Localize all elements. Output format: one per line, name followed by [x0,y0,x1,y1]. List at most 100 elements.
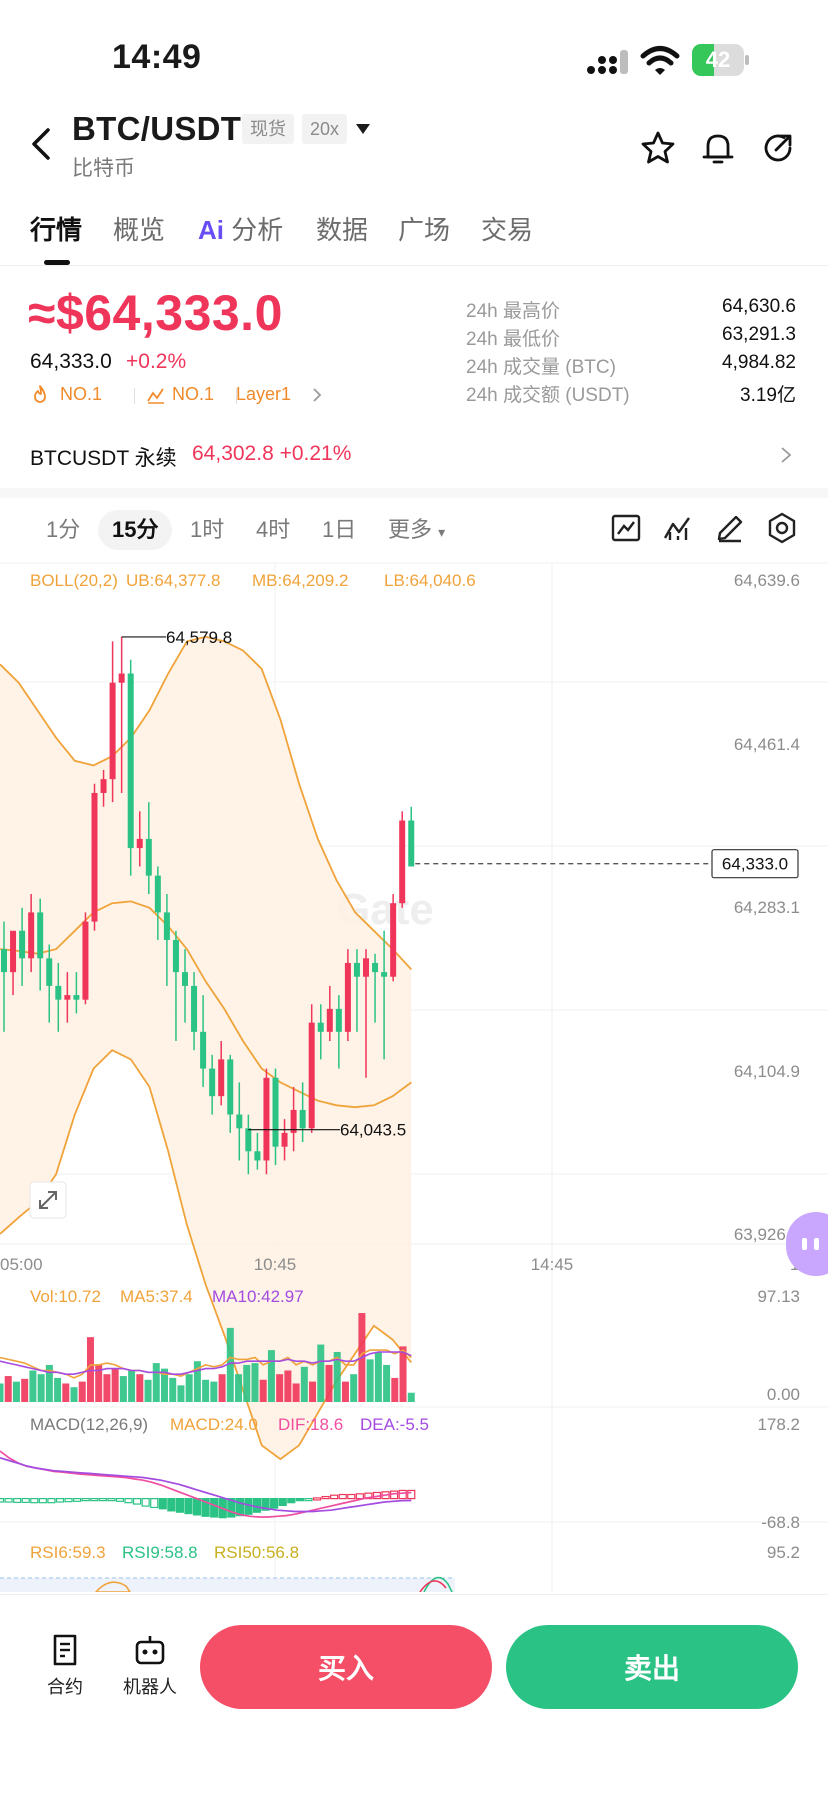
fullscreen-expand-icon[interactable] [29,1181,67,1219]
macd-hist-bar [4,1498,13,1503]
candle-body [118,673,125,683]
macd-hist-bar [47,1498,56,1504]
volume-bar [202,1379,210,1402]
tab-overview[interactable]: 概览 [113,210,165,247]
timeframe-1h[interactable]: 1时 [190,510,224,550]
timeframe-15m[interactable]: 15分 [98,510,173,550]
robot-entry[interactable]: 机器人 [110,1633,190,1699]
candle-body [136,838,143,849]
volume-bar [292,1383,300,1402]
active-tab-indicator [44,260,70,265]
candle-body [182,972,188,986]
hot-rank: NO.1 [60,384,103,404]
chart-type-icon[interactable] [608,510,644,546]
tab-square[interactable]: 广场 [398,210,450,247]
boll-lb-label: LB:64,040.6 [384,571,476,590]
stat-label-turnover: 24h 成交额 (USDT) [466,385,630,406]
boll-ub-label: UB:64,377.8 [126,571,221,590]
macd-hist-bar [64,1498,73,1503]
volume-bar [12,1381,20,1402]
candle-body [317,1022,324,1032]
indicator-icon[interactable] [660,510,696,546]
draw-pencil-icon[interactable] [712,510,748,546]
x-tick-2: 10:45 [254,1255,297,1274]
volume-bar [111,1368,119,1402]
status-bar: 14:49 42 [0,0,828,110]
volume-bar [407,1392,415,1402]
volume-bar [374,1351,382,1402]
y-tick-4: 64,104.9 [734,1062,800,1081]
volume-bar [0,1383,4,1402]
volume-bar [4,1376,12,1402]
tab-analysis[interactable]: Ai 分析 [198,210,283,247]
chart-settings-icon[interactable] [764,510,800,546]
candle-body [200,1031,207,1069]
candle-body [82,921,89,1000]
rsi9-label: RSI9:58.8 [122,1543,198,1562]
share-refresh-icon[interactable] [760,130,796,166]
macd-max-label: 178.2 [757,1415,800,1434]
vol-max-label: 97.13 [757,1287,800,1306]
candle-body [372,962,379,973]
candle-body [127,673,134,849]
volume-bar [383,1364,391,1402]
volume-bar [169,1377,177,1402]
volume-bar [70,1387,78,1402]
back-arrow-icon[interactable] [26,124,56,164]
favorite-star-icon[interactable] [640,130,676,166]
candle-body [145,838,152,876]
macd-hist-bar [30,1498,39,1504]
timeframe-more[interactable]: 更多 ▾ [388,510,445,550]
last-price: 64,333.0 [30,350,112,373]
candle-body [73,995,80,1000]
price-alert-bell-icon[interactable] [700,130,736,166]
timeframe-1m[interactable]: 1分 [46,510,80,550]
macd-hist-bar [81,1498,90,1502]
volume-bar [309,1381,317,1402]
section-divider [0,488,828,498]
volume-bar [276,1374,284,1402]
sell-button[interactable]: 卖出 [506,1625,798,1709]
candle [91,783,98,931]
volume-bar [391,1377,399,1402]
tab-market[interactable]: 行情 [30,210,82,247]
macd-hist-bar [38,1498,47,1504]
macd-hist-bar [270,1498,279,1509]
candle [399,811,406,908]
contract-entry[interactable]: 合约 [25,1633,105,1699]
candle-body [55,985,62,1000]
volume-bar [37,1374,45,1402]
macd-dea-label: DEA:-5.5 [360,1415,429,1434]
candle [82,912,89,1005]
category-tag: Layer1 [236,384,292,404]
boll-label: BOLL(20,2) [30,571,118,590]
macd-hist-bar [184,1498,193,1515]
volume-bar [128,1370,136,1402]
perpetual-contract-row[interactable]: BTCUSDT 永续 64,302.8 +0.21% [0,428,828,482]
vol-label: Vol:10.72 [30,1287,101,1306]
timeframe-4h[interactable]: 4时 [256,510,290,550]
trend-rank-icon [147,388,164,404]
pair-title[interactable]: BTC/USDT [72,110,241,148]
buy-button[interactable]: 买入 [200,1625,492,1709]
candle-body [28,912,35,959]
cellular-signal-icon [587,50,628,74]
tab-data[interactable]: 数据 [316,210,368,247]
volume-bar [78,1381,86,1402]
boll-mb-label: MB:64,209.2 [252,571,348,590]
macd-value-label: MACD:24.0 [170,1415,258,1434]
y-tick-3: 64,283.1 [734,898,800,917]
vol-ma10-label: MA10:42.97 [212,1287,304,1306]
candle-body [100,779,107,793]
candle [344,949,351,1042]
kline-chart[interactable]: BOLL(20,2) UB:64,377.8 MB:64,209.2 LB:64… [0,562,828,1592]
timeframe-1d[interactable]: 1日 [322,510,356,550]
current-price-label: 64,333.0 [722,855,788,874]
candle [109,641,116,803]
tab-trade[interactable]: 交易 [481,210,533,247]
candle-body [91,792,98,922]
pair-dropdown-icon[interactable] [356,124,370,134]
candle-body [363,958,369,977]
assistant-bubble[interactable] [786,1212,828,1276]
candle-body [46,958,53,986]
